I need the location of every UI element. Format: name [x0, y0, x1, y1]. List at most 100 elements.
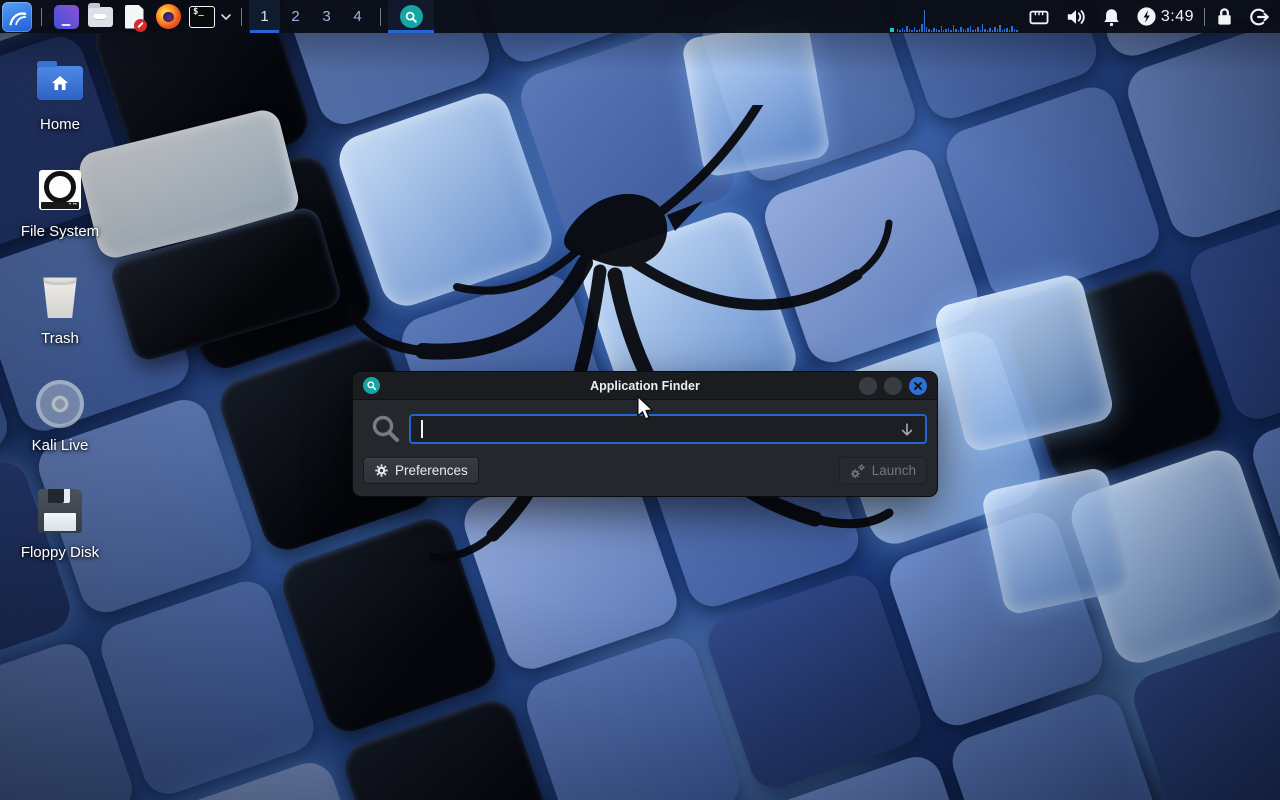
cpu-graph-bar [921, 24, 922, 32]
minimize-button[interactable] [859, 377, 877, 395]
cpu-graph-bar [984, 29, 985, 32]
taskbar-application-finder[interactable] [388, 0, 434, 33]
kali-dragon-icon [6, 6, 28, 28]
preferences-button[interactable]: Preferences [363, 457, 479, 484]
hard-drive-icon [39, 170, 81, 210]
arrow-down-icon [899, 421, 915, 438]
desktop-icon-kali-live[interactable]: Kali Live [12, 373, 108, 480]
cpu-graph-bar [1009, 30, 1010, 32]
workspace-1[interactable]: 1 [249, 0, 280, 33]
search-input[interactable] [409, 414, 927, 444]
cpu-graph-bar [992, 30, 993, 32]
panel-separator [380, 8, 381, 26]
launch-gears-icon [850, 463, 866, 479]
cpu-graph-bar [909, 29, 910, 32]
cpu-graph-bar [972, 30, 973, 32]
desktop-icon-trash[interactable]: Trash [12, 266, 108, 373]
cpu-graph-bar [933, 28, 934, 32]
cpu-graph-bar [919, 29, 920, 32]
home-folder-icon [37, 66, 83, 100]
close-button[interactable] [909, 377, 927, 395]
lock-icon[interactable] [1215, 6, 1234, 27]
cpu-graph-bar [967, 28, 968, 32]
wallpaper-cube [940, 80, 1166, 306]
cpu-graph-bar [958, 30, 959, 32]
maximize-button[interactable] [884, 377, 902, 395]
text-editor-launcher[interactable] [120, 2, 148, 32]
logout-icon[interactable] [1248, 6, 1270, 28]
cpu-graph-bar [904, 30, 905, 32]
workspace-3[interactable]: 3 [311, 0, 342, 33]
workspace-3-label: 3 [322, 8, 330, 25]
cpu-graph-bar [945, 29, 946, 32]
workspace-4[interactable]: 4 [342, 0, 373, 33]
cd-disc-icon [36, 380, 84, 428]
terminal-icon: $_ [189, 6, 215, 28]
cpu-graph-bar [989, 28, 990, 32]
window-title: Application Finder [353, 379, 937, 393]
desktop-icon-column: Home File System Trash Kali Live Floppy … [12, 52, 108, 587]
cpu-graph-bar [980, 30, 981, 32]
cpu-graph-bar [897, 29, 898, 32]
cpu-graph-bar [963, 29, 964, 32]
app-window-launcher[interactable] [52, 2, 80, 32]
panel-separator [241, 8, 242, 26]
cpu-graph-bar [1006, 28, 1007, 32]
application-finder-app-icon [363, 377, 380, 394]
text-caret [421, 420, 423, 438]
cpu-graph-bar [924, 10, 925, 32]
firefox-launcher[interactable] [154, 2, 182, 32]
launch-button[interactable]: Launch [839, 457, 927, 484]
chevron-down-icon [220, 12, 232, 22]
panel-separator [41, 8, 42, 26]
cpu-graph-bar [1002, 30, 1003, 32]
window-controls [859, 377, 927, 395]
desktop-icon-floppy-disk[interactable]: Floppy Disk [12, 480, 108, 587]
applications-menu-button[interactable] [2, 2, 32, 32]
cpu-graph-bar [960, 27, 961, 32]
terminal-launcher[interactable]: $_ [188, 2, 216, 32]
application-finder-window: Application Finder [352, 371, 938, 497]
firefox-icon [156, 4, 181, 29]
preferences-label: Preferences [395, 463, 468, 478]
cpu-graph-bar [914, 27, 915, 32]
cpu-graph-bar [987, 30, 988, 32]
cpu-graph-bar [953, 25, 954, 32]
history-dropdown-arrow[interactable] [899, 421, 915, 438]
panel-left-group: $_ 1 2 3 4 [0, 0, 434, 33]
desktop-icon-home[interactable]: Home [12, 52, 108, 159]
file-manager-folder-icon [88, 7, 113, 27]
cpu-graph-bar [948, 28, 949, 32]
cpu-graph-bar [911, 30, 912, 32]
desktop-icon-file-system[interactable]: File System [12, 159, 108, 266]
terminal-launcher-dropdown[interactable] [220, 12, 232, 22]
wallpaper-ice-cube [980, 466, 1131, 616]
launch-label: Launch [872, 463, 916, 478]
cpu-graph-bar [1016, 30, 1017, 32]
cpu-graph-bar [943, 30, 944, 32]
cpu-graph-bar [926, 27, 927, 32]
cpu-graph-bar [906, 26, 907, 32]
workspace-2[interactable]: 2 [280, 0, 311, 33]
panel-right-group: 3:49 [888, 0, 1280, 33]
notifications-bell-icon[interactable] [1102, 7, 1121, 27]
file-manager-launcher[interactable] [86, 2, 114, 32]
top-panel: $_ 1 2 3 4 [0, 0, 1280, 33]
wallpaper-cube [701, 569, 927, 795]
mouse-cursor [636, 395, 656, 421]
workspace-2-label: 2 [291, 8, 299, 25]
clock[interactable]: 3:49 [1161, 8, 1194, 26]
desktop-icon-label: File System [21, 223, 99, 240]
power-manager-icon[interactable] [1136, 6, 1157, 27]
cpu-graph-bar [950, 30, 951, 32]
cpu-graph-bar [997, 29, 998, 32]
cpu-graph-plugin[interactable] [888, 0, 1020, 33]
cpu-graph-bar [938, 30, 939, 32]
desktop-icon-label: Trash [41, 330, 79, 347]
floppy-disk-icon [38, 489, 82, 533]
cpu-graph-bar [1004, 29, 1005, 32]
network-icon[interactable] [1028, 8, 1050, 26]
cpu-graph-bar [1014, 29, 1015, 32]
volume-icon[interactable] [1065, 7, 1087, 27]
workspace-4-label: 4 [353, 8, 361, 25]
